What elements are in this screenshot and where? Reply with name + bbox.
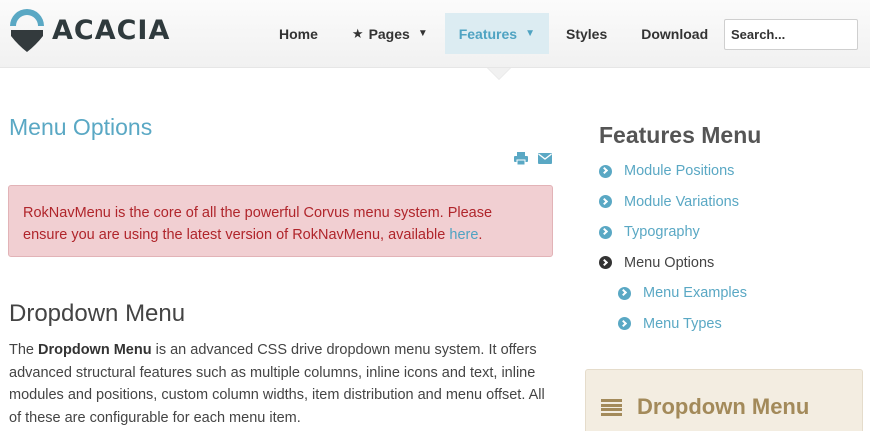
sidebar-item-label: Module Variations	[624, 193, 739, 210]
chevron-circle-right-icon	[599, 164, 612, 178]
chevron-circle-right-icon	[599, 225, 612, 239]
sidebar-item-menu-options[interactable]: Menu Options	[599, 248, 747, 279]
section-text-bold: Dropdown Menu	[38, 342, 152, 358]
sidebar-item-label: Typography	[624, 224, 700, 241]
nav-home[interactable]: Home	[262, 13, 335, 54]
nav-pages-label: Pages	[368, 25, 410, 42]
star-icon: ★	[351, 25, 364, 41]
sidebar-item-menu-examples[interactable]: Menu Examples	[599, 278, 747, 309]
main-nav: Home ★ Pages ▼ Features ▼ Styles Downloa…	[262, 13, 725, 54]
sidebar-item-menu-types[interactable]: Menu Types	[599, 309, 747, 340]
sidebar-item-label: Module Positions	[624, 163, 735, 180]
alert-text-end: .	[478, 227, 483, 243]
menu-lines-icon	[601, 399, 622, 417]
sidebar-item-label: Menu Examples	[643, 285, 747, 302]
search-input[interactable]	[724, 19, 858, 50]
site-header: ACACIA Home ★ Pages ▼ Features ▼ Styles …	[0, 0, 870, 68]
logo-text: ACACIA	[52, 14, 171, 46]
nav-active-pointer	[488, 68, 510, 79]
acacia-logo-icon	[10, 9, 44, 52]
page-title: Menu Options	[9, 114, 153, 140]
sidebar-item-module-positions[interactable]: Module Positions	[599, 156, 747, 187]
section-text-intro: The	[9, 342, 39, 358]
chevron-circle-right-icon	[618, 286, 631, 300]
chevron-down-icon: ▼	[417, 28, 428, 39]
nav-styles-label: Styles	[565, 25, 608, 42]
dropdown-menu-box-title: Dropdown Menu	[637, 394, 810, 419]
alert-text: RokNavMenu is the core of all the powerf…	[23, 205, 493, 243]
nav-download-label: Download	[641, 25, 709, 42]
alert-link[interactable]: here	[449, 227, 478, 243]
nav-features-label: Features	[458, 25, 518, 42]
section-title: Dropdown Menu	[9, 300, 186, 327]
logo[interactable]: ACACIA	[8, 7, 170, 53]
nav-features[interactable]: Features ▼	[444, 13, 549, 54]
nav-home-label: Home	[279, 25, 318, 42]
sidebar-menu: Module Positions Module Variations Typog…	[599, 156, 747, 339]
section-text: The Dropdown Menu is an advanced CSS dri…	[9, 339, 554, 429]
sidebar-title: Features Menu	[599, 122, 762, 148]
sidebar-item-label: Menu Types	[643, 315, 722, 332]
chevron-circle-right-icon	[599, 195, 612, 209]
chevron-circle-right-icon	[618, 317, 631, 331]
chevron-circle-right-icon	[599, 256, 612, 270]
sidebar-item-label: Menu Options	[624, 254, 715, 271]
print-icon[interactable]	[514, 152, 528, 165]
nav-pages[interactable]: ★ Pages ▼	[335, 13, 445, 54]
nav-styles[interactable]: Styles	[549, 13, 624, 54]
nav-download[interactable]: Download	[624, 13, 725, 54]
email-icon[interactable]	[538, 152, 552, 165]
dropdown-menu-box: Dropdown Menu	[585, 369, 863, 431]
chevron-down-icon: ▼	[525, 28, 535, 39]
article-tools	[514, 152, 552, 165]
sidebar-item-module-variations[interactable]: Module Variations	[599, 187, 747, 218]
alert-message: RokNavMenu is the core of all the powerf…	[8, 185, 553, 257]
sidebar-item-typography[interactable]: Typography	[599, 217, 747, 248]
